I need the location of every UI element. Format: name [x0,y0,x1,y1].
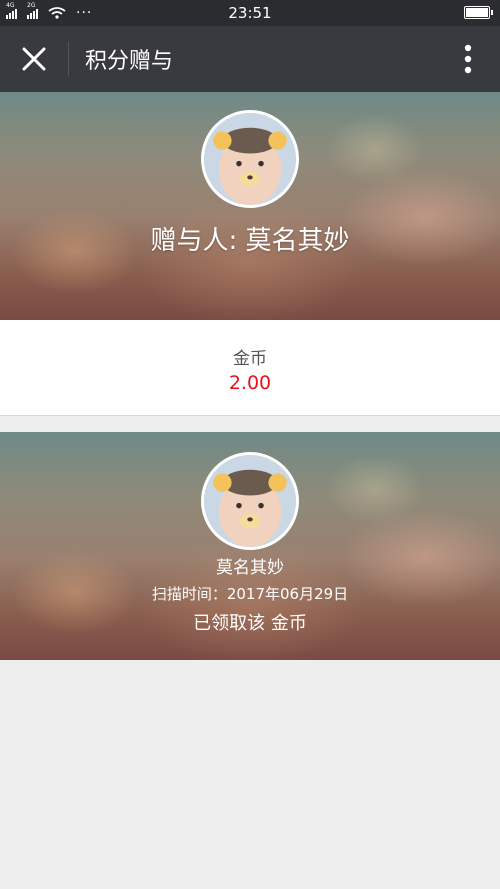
status-bar: 4G 2G ··· 23:51 [0,0,500,26]
receiver-avatar[interactable] [201,452,299,550]
claimed-item: 金币 [270,613,307,634]
amount-card: 金币 2.00 [0,320,500,416]
clock: 23:51 [228,4,272,22]
more-options-button[interactable] [436,26,500,92]
receiver-name: 莫名其妙 [216,558,284,578]
claimed-prefix: 已领取该 [193,613,266,634]
close-button[interactable] [0,26,68,92]
app-header: 积分赠与 [0,26,500,92]
giver-label: 赠与人: 莫名其妙 [150,226,350,256]
giver-avatar[interactable] [201,110,299,208]
close-icon [22,47,46,71]
baby-avatar-image [204,113,296,205]
baby-avatar-image [204,455,296,547]
page-title: 积分赠与 [85,49,174,74]
scan-time-label: 扫描时间： [151,585,227,603]
receiver-card: 莫名其妙 扫描时间：2017年06月29日 已领取该 金币 [0,432,500,660]
scan-time-row: 扫描时间：2017年06月29日 [0,583,500,604]
more-vertical-icon [464,44,472,74]
scan-time-value: 2017年06月29日 [226,585,349,603]
giver-banner: 赠与人: 莫名其妙 [0,92,500,320]
claimed-status: 已领取该 金币 [0,609,500,635]
amount-value: 2.00 [228,372,272,394]
currency-label: 金币 [233,349,267,369]
battery-icon [464,6,493,19]
